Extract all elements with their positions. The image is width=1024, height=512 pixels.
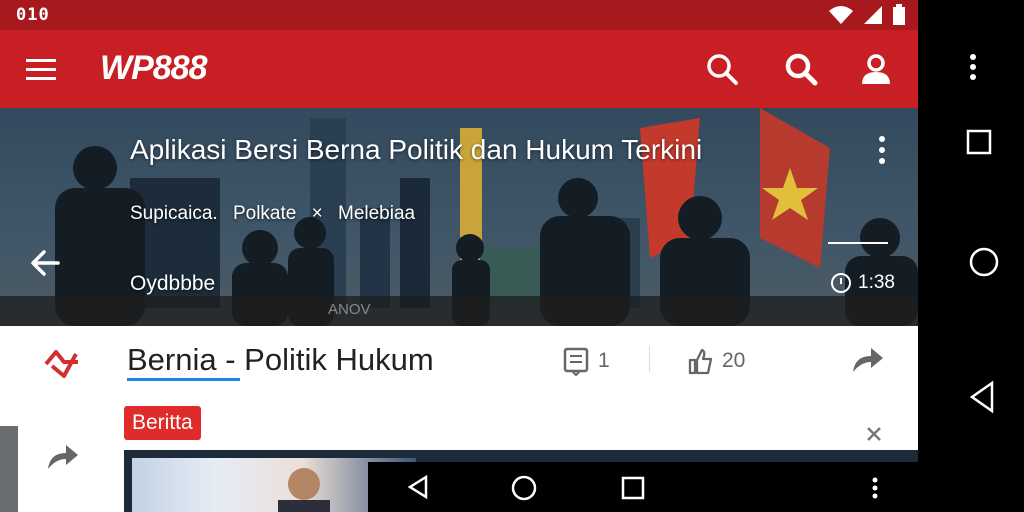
more-vert-icon[interactable] — [968, 52, 978, 82]
hero-duration: 1:38 — [830, 272, 895, 294]
search-icon[interactable] — [782, 50, 820, 88]
home-circle-icon[interactable] — [968, 246, 1000, 278]
more-vert-icon[interactable] — [870, 476, 880, 500]
likes-count: 20 — [722, 349, 746, 372]
search-icon[interactable] — [703, 50, 741, 88]
thumbnail-portrait — [278, 468, 330, 512]
hero-source: Oydbbbe — [130, 272, 216, 295]
signal-icon — [864, 6, 882, 24]
clock-icon — [831, 273, 851, 293]
comments-count: 1 — [598, 349, 610, 372]
status-time: 010 — [16, 5, 50, 25]
hero-subtitle: Supicaica. Polkate × Melebiaa — [130, 203, 425, 225]
article-title[interactable]: Bernia - Politik Hukum — [127, 342, 434, 378]
hero-subtitle-item: Polkate — [232, 203, 297, 224]
recents-square-icon[interactable] — [965, 128, 993, 156]
battery-icon — [893, 4, 905, 25]
hero-progress-line — [828, 242, 888, 244]
status-icons — [828, 4, 906, 26]
hero-subtitle-item: × — [311, 203, 323, 224]
share-icon[interactable] — [42, 439, 80, 473]
hero-title: Aplikasi Bersi Berna Politik dan Hukum T… — [130, 134, 703, 165]
menu-icon[interactable] — [24, 54, 58, 84]
hero-bottom-text: ANOV — [328, 301, 371, 318]
divider — [649, 346, 650, 372]
account-icon[interactable] — [857, 50, 895, 88]
hero-subtitle-item: Supicaica. — [130, 203, 218, 224]
app-bar: WP888 — [0, 30, 918, 108]
category-tag[interactable]: Beritta — [124, 406, 201, 440]
title-underline — [127, 378, 240, 381]
hero-subtitle-item: Melebiaa — [338, 203, 416, 224]
more-vert-icon[interactable] — [870, 132, 894, 168]
comment-icon — [563, 347, 589, 376]
close-icon[interactable] — [864, 424, 884, 444]
trending-icon[interactable] — [42, 344, 82, 380]
thumbs-up-icon — [688, 348, 713, 375]
wifi-icon — [829, 6, 853, 24]
hero-bottom-strip: ANOV — [0, 296, 918, 326]
hero-duration-text: 1:38 — [858, 272, 895, 293]
back-arrow-icon[interactable] — [28, 245, 64, 281]
comments-counter[interactable]: 1 — [562, 346, 610, 376]
back-triangle-icon[interactable] — [406, 474, 430, 500]
brand-logo[interactable]: WP888 — [100, 49, 207, 88]
bottom-nav-bar — [368, 462, 918, 512]
back-triangle-icon[interactable] — [968, 380, 996, 414]
right-nav-bar — [918, 0, 1024, 512]
share-arrow-icon[interactable] — [849, 344, 885, 376]
home-circle-icon[interactable] — [510, 474, 538, 502]
likes-counter[interactable]: 20 — [686, 346, 745, 376]
recents-square-icon[interactable] — [620, 475, 646, 501]
app-screen: 010 WP888 Aplikasi Bersi Berna Politik d… — [0, 0, 918, 512]
hero-banner[interactable]: Aplikasi Bersi Berna Politik dan Hukum T… — [0, 108, 918, 326]
status-bar: 010 — [0, 0, 918, 30]
left-edge-panel — [0, 426, 18, 512]
